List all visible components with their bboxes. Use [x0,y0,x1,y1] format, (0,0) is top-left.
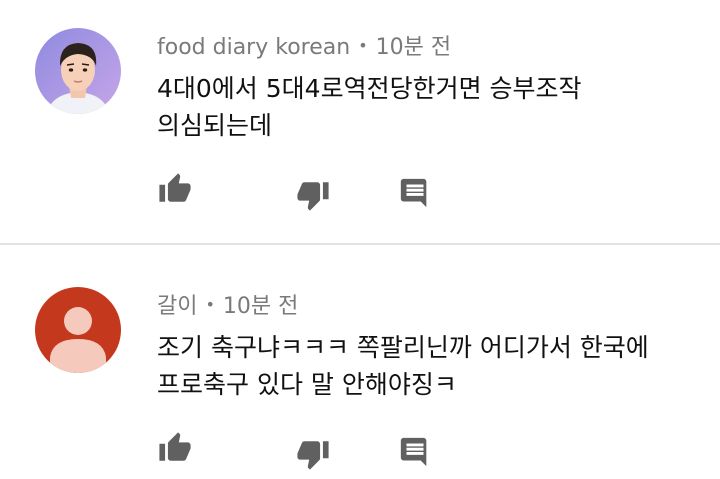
user-photo-icon [35,28,121,114]
reply-button[interactable] [397,435,433,469]
author-name[interactable]: 갈이 [157,294,197,319]
comment-actions [157,172,437,211]
comment-item: food diary korean • 10분 전 4대0에서 5대4로역전당한거면… [0,0,720,245]
comment-text: 조기 축구냐ㅋㅋㅋ 쪽팔리닌까 어디가서 한국에 프로축구 있다 말 안해야징ㅋ [157,329,702,403]
avatar[interactable] [35,28,121,114]
comment-divider [0,243,720,245]
dislike-button[interactable] [295,178,331,212]
comment-actions [157,431,437,470]
thumbs-down-icon [297,441,329,470]
meta-separator: • [205,295,215,314]
meta-separator: • [358,36,368,55]
comment-text-line: 의심되는데 [157,111,273,140]
comment-text-line: 조기 축구냐ㅋㅋㅋ 쪽팔리닌까 어디가서 한국에 [157,333,649,362]
comment-text-line: 4대0에서 5대4로역전당한거면 승부조작 [157,74,582,103]
comment-time: 10분 전 [222,294,299,319]
comment-time: 10분 전 [375,35,452,60]
comment-meta: food diary korean • 10분 전 [157,29,451,61]
reply-icon [400,178,427,208]
comment-meta: 갈이 • 10분 전 [157,288,298,320]
author-name[interactable]: food diary korean [157,35,350,60]
comment-item: 갈이 • 10분 전 조기 축구냐ㅋㅋㅋ 쪽팔리닌까 어디가서 한국에 프로축구 있… [0,247,720,479]
comment-text: 4대0에서 5대4로역전당한거면 승부조작 의심되는데 [157,70,702,144]
default-user-icon [35,287,121,373]
avatar[interactable] [35,287,121,373]
thumbs-up-icon [159,432,191,461]
comment-text-line: 프로축구 있다 말 안해야징ㅋ [157,370,457,399]
thumbs-down-icon [297,182,329,211]
like-button[interactable] [157,172,193,206]
dislike-button[interactable] [295,437,331,471]
like-button[interactable] [157,431,193,465]
thumbs-up-icon [159,173,191,202]
reply-icon [400,437,427,467]
reply-button[interactable] [397,176,433,210]
